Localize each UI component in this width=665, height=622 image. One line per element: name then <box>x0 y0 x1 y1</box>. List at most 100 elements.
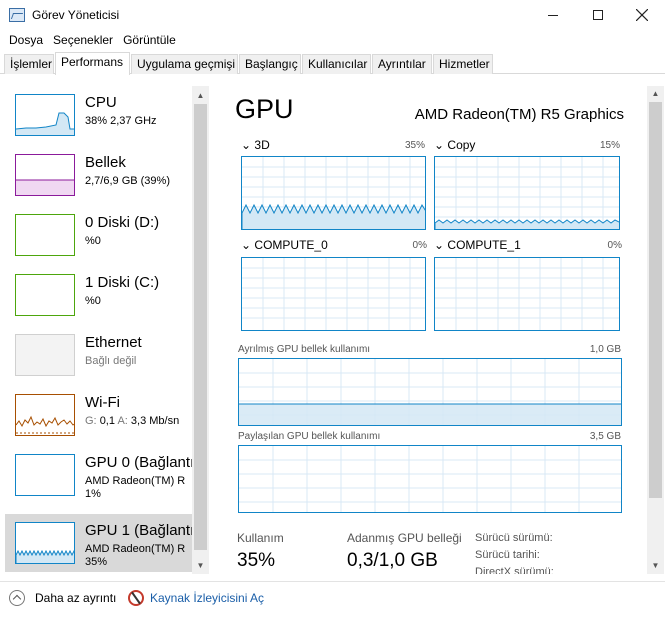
disk-d-thumbnail-graph <box>15 214 75 256</box>
disk-c-thumbnail-graph <box>15 274 75 316</box>
sidebar-item-disk-d[interactable]: 0 Diski (D:) %0 <box>5 206 195 264</box>
dedicated-memory-stat-value: 0,3/1,0 GB <box>347 550 438 571</box>
engine-percent: 0% <box>412 240 427 251</box>
usage-label: Kullanım <box>237 531 284 545</box>
close-button[interactable] <box>619 0 665 30</box>
engine-copy-graph <box>434 156 620 230</box>
sidebar-scrollbar-thumb[interactable] <box>194 104 207 550</box>
main-scrollbar-thumb[interactable] <box>649 102 662 498</box>
engine-label: COMPUTE_0 <box>254 238 328 252</box>
sidebar-item-gpu-0[interactable]: GPU 0 (Bağlantı AMD Radeon(TM) R 1% <box>5 446 195 504</box>
sidebar-item-label: GPU 1 (Bağlantı <box>85 522 195 539</box>
sidebar-item-label: 1 Diski (C:) <box>85 274 160 291</box>
title-bar: Görev Yöneticisi <box>0 0 665 30</box>
scroll-up-icon[interactable]: ▲ <box>192 88 209 104</box>
tab-strip: İşlemler Performans Uygulama geçmişi Baş… <box>0 52 665 75</box>
tab-services[interactable]: Hizmetler <box>433 54 493 74</box>
resource-monitor-icon <box>128 590 144 606</box>
chevron-down-icon: ⌄ <box>434 238 445 252</box>
usage-value: 35% <box>237 550 276 571</box>
resource-sidebar: CPU 38% 2,37 GHz Bellek 2,7/6,9 GB (39%)… <box>5 86 210 574</box>
engine-compute-0-graph <box>241 257 426 331</box>
sidebar-item-value: Bağlı değil <box>85 355 137 367</box>
sidebar-item-label: Bellek <box>85 154 126 171</box>
sidebar-item-value: 2,7/6,9 GB (39%) <box>85 175 170 187</box>
sidebar-item-value: AMD Radeon(TM) R <box>85 475 186 487</box>
sidebar-item-value: 38% 2,37 GHz <box>85 115 157 127</box>
scroll-up-icon[interactable]: ▲ <box>647 86 664 102</box>
menu-bar: Dosya Seçenekler Görüntüle <box>0 30 665 50</box>
receive-label: A: <box>117 415 128 427</box>
directx-version-label: DirectX sürümü: <box>475 566 554 574</box>
maximize-button[interactable] <box>575 0 621 30</box>
driver-version-label: Sürücü sürümü: <box>475 532 553 544</box>
sidebar-item-value: G: 0,1 A: 3,3 Mb/sn <box>85 414 179 428</box>
chevron-up-circle-icon <box>9 590 25 606</box>
sidebar-item-label: GPU 0 (Bağlantı <box>85 454 195 471</box>
footer-bar: Daha az ayrıntı Kaynak İzleyicisini Aç <box>0 581 665 622</box>
minimize-button[interactable] <box>530 0 576 30</box>
engine-percent: 0% <box>607 240 622 251</box>
sidebar-item-label: Wi-Fi <box>85 394 120 411</box>
engine-selector-compute-1[interactable]: ⌄ COMPUTE_1 <box>434 238 521 252</box>
tab-performance[interactable]: Performans <box>55 52 130 75</box>
engine-label: COMPUTE_1 <box>447 238 521 252</box>
gpu-model-name: AMD Radeon(TM) R5 Graphics <box>414 106 624 123</box>
driver-date-label: Sürücü tarihi: <box>475 549 540 561</box>
fewer-details-button[interactable]: Daha az ayrıntı <box>9 590 116 606</box>
cpu-thumbnail-graph <box>15 94 75 136</box>
engine-compute-1-graph <box>434 257 620 331</box>
sidebar-item-ethernet[interactable]: Ethernet Bağlı değil <box>5 326 195 384</box>
engine-selector-copy[interactable]: ⌄ Copy <box>434 138 475 152</box>
chevron-down-icon: ⌄ <box>241 238 252 252</box>
engine-label: Copy <box>447 138 476 152</box>
maximize-icon <box>593 10 603 20</box>
tab-users[interactable]: Kullanıcılar <box>302 54 371 74</box>
chevron-down-icon: ⌄ <box>241 138 252 152</box>
engine-selector-3d[interactable]: ⌄ 3D <box>241 138 270 152</box>
wifi-thumbnail-graph <box>15 394 75 436</box>
sidebar-item-gpu-1[interactable]: GPU 1 (Bağlantı AMD Radeon(TM) R 35% <box>5 514 195 572</box>
sidebar-item-cpu[interactable]: CPU 38% 2,37 GHz <box>5 86 195 144</box>
tab-app-history[interactable]: Uygulama geçmişi <box>131 54 238 74</box>
shared-memory-label: Paylaşılan GPU bellek kullanımı <box>238 431 381 442</box>
shared-memory-max: 3,5 GB <box>589 431 621 442</box>
dedicated-memory-stat-label: Adanmış GPU belleği <box>347 531 462 545</box>
gpu-detail-panel: GPU AMD Radeon(TM) R5 Graphics ⌄ 3D 35% … <box>213 86 645 574</box>
tab-details[interactable]: Ayrıntılar <box>372 54 432 74</box>
close-icon <box>636 9 648 21</box>
send-label: G: <box>85 415 97 427</box>
gpu-0-thumbnail-graph <box>15 454 75 496</box>
sidebar-item-label: CPU <box>85 94 117 111</box>
tab-processes[interactable]: İşlemler <box>4 54 54 74</box>
sidebar-item-value: %0 <box>85 295 101 307</box>
page-title: GPU <box>235 94 294 124</box>
shared-memory-graph <box>238 445 622 513</box>
task-manager-icon <box>9 8 25 22</box>
memory-thumbnail-graph <box>15 154 75 196</box>
sidebar-item-memory[interactable]: Bellek 2,7/6,9 GB (39%) <box>5 146 195 204</box>
scroll-down-icon[interactable]: ▼ <box>192 558 209 574</box>
ethernet-thumbnail-graph <box>15 334 75 376</box>
dedicated-memory-max: 1,0 GB <box>589 344 621 355</box>
dedicated-memory-label: Ayrılmış GPU bellek kullanımı <box>238 344 371 355</box>
engine-selector-compute-0[interactable]: ⌄ COMPUTE_0 <box>241 238 328 252</box>
send-value: 0,1 <box>99 415 115 427</box>
menu-view[interactable]: Görüntüle <box>118 33 181 47</box>
menu-options[interactable]: Seçenekler <box>48 33 118 47</box>
scroll-down-icon[interactable]: ▼ <box>647 558 664 574</box>
tab-startup[interactable]: Başlangıç <box>239 54 301 74</box>
sidebar-item-label: Ethernet <box>85 334 142 351</box>
engine-label: 3D <box>254 138 270 152</box>
open-resource-monitor-link[interactable]: Kaynak İzleyicisini Aç <box>128 590 264 606</box>
engine-percent: 35% <box>404 140 425 151</box>
menu-file[interactable]: Dosya <box>4 33 48 47</box>
sidebar-item-wifi[interactable]: Wi-Fi G: 0,1 A: 3,3 Mb/sn <box>5 386 195 444</box>
engine-percent: 15% <box>599 140 620 151</box>
sidebar-item-disk-c[interactable]: 1 Diski (C:) %0 <box>5 266 195 324</box>
sidebar-item-percent: 1% <box>85 488 101 500</box>
fewer-details-label: Daha az ayrıntı <box>35 591 117 605</box>
engine-3d-graph <box>241 156 426 230</box>
chevron-down-icon: ⌄ <box>434 138 445 152</box>
sidebar-item-percent: 35% <box>85 556 108 568</box>
